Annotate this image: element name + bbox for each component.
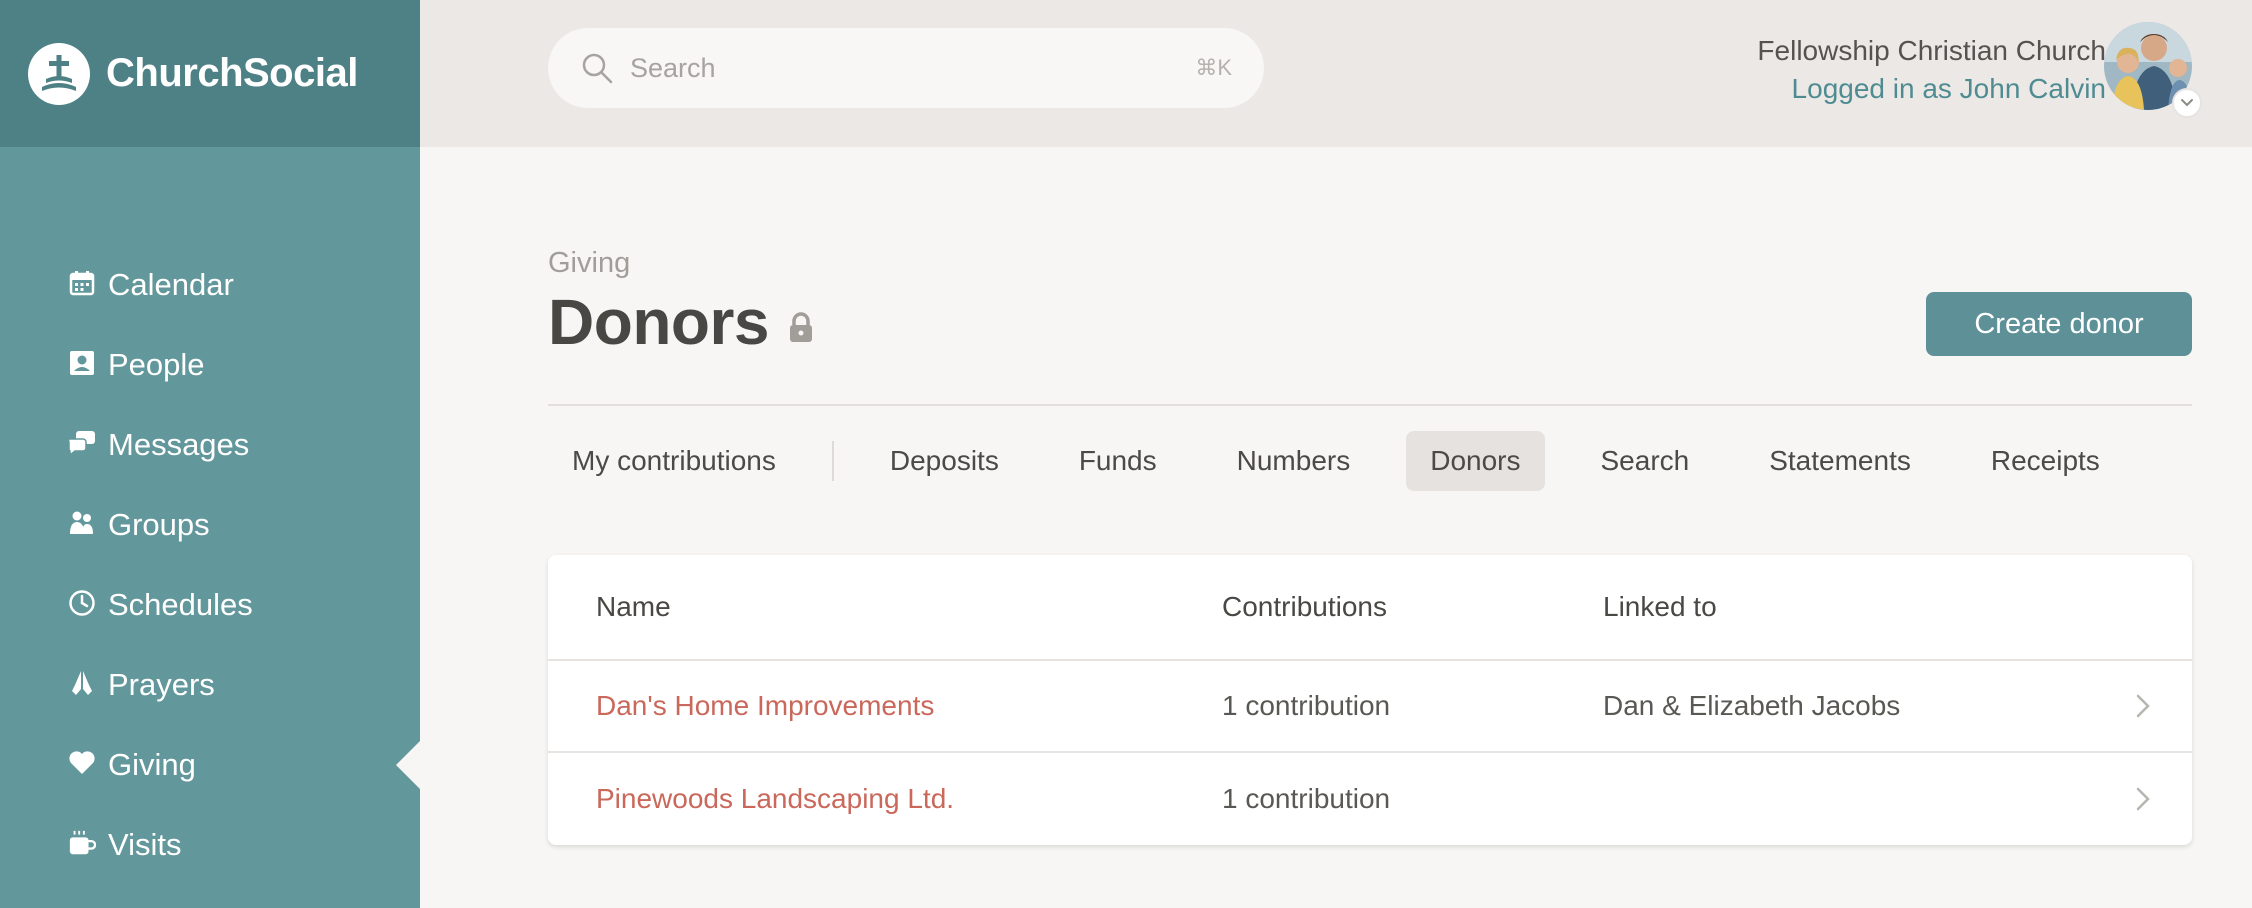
chevron-right-icon[interactable]	[2134, 785, 2152, 813]
sidebar: ChurchSocial Calendar People Messages Gr…	[0, 0, 420, 908]
donor-name-link[interactable]: Dan's Home Improvements	[596, 690, 934, 722]
contributions-count: 1 contribution	[1222, 690, 1391, 721]
sidebar-item-label: Groups	[108, 507, 210, 542]
breadcrumb[interactable]: Giving	[548, 247, 630, 280]
sidebar-item-calendar[interactable]: Calendar	[0, 245, 420, 325]
sidebar-item-label: Messages	[108, 427, 250, 462]
sidebar-item-giving[interactable]: Giving	[0, 725, 420, 805]
groups-icon	[68, 509, 96, 537]
people-icon	[68, 349, 96, 377]
search-placeholder: Search	[630, 52, 716, 83]
sidebar-item-visits[interactable]: Visits	[0, 805, 420, 885]
sidebar-item-prayers[interactable]: Prayers	[0, 645, 420, 725]
column-header-linked-to[interactable]: Linked to	[1603, 591, 1717, 623]
clock-icon	[68, 589, 96, 617]
title-row: Donors	[548, 285, 815, 359]
sidebar-item-label: Schedules	[108, 587, 253, 622]
tab-statements[interactable]: Statements	[1745, 431, 1935, 491]
search-shortcut: ⌘K	[1195, 55, 1232, 80]
church-name: Fellowship Christian Church	[1757, 35, 2106, 66]
sidebar-nav: Calendar People Messages Groups Schedule…	[0, 245, 420, 885]
tab-separator	[831, 441, 834, 481]
tab-my-contributions[interactable]: My contributions	[548, 431, 800, 491]
column-header-contributions[interactable]: Contributions	[1222, 591, 1387, 623]
table-row[interactable]: Dan's Home Improvements 1 contribution D…	[548, 661, 2192, 753]
tab-receipts[interactable]: Receipts	[1967, 431, 2124, 491]
divider	[548, 404, 2192, 406]
tab-numbers[interactable]: Numbers	[1213, 431, 1375, 491]
donor-name-link[interactable]: Pinewoods Landscaping Ltd.	[596, 783, 954, 815]
tab-donors[interactable]: Donors	[1406, 431, 1545, 491]
lock-icon	[787, 311, 815, 343]
sidebar-item-label: Visits	[108, 827, 182, 862]
sidebar-item-groups[interactable]: Groups	[0, 485, 420, 565]
tab-bar: My contributions Deposits Funds Numbers …	[548, 430, 2192, 492]
tab-search[interactable]: Search	[1577, 431, 1714, 491]
heart-icon	[68, 749, 96, 777]
search-icon	[580, 51, 614, 85]
table-row[interactable]: Pinewoods Landscaping Ltd. 1 contributio…	[548, 753, 2192, 845]
sidebar-item-label: Calendar	[108, 267, 234, 302]
sidebar-item-label: Prayers	[108, 667, 215, 702]
chevron-right-icon[interactable]	[2134, 692, 2152, 720]
tab-funds[interactable]: Funds	[1055, 431, 1181, 491]
praying-hands-icon	[68, 669, 96, 697]
sidebar-item-schedules[interactable]: Schedules	[0, 565, 420, 645]
sidebar-item-messages[interactable]: Messages	[0, 405, 420, 485]
top-header: Search ⌘K Fellowship Christian Church Lo…	[420, 0, 2252, 147]
column-header-name[interactable]: Name	[596, 591, 671, 623]
church-cross-icon	[28, 42, 90, 105]
donors-table: Name Contributions Linked to Dan's Home …	[548, 555, 2192, 845]
brand-header[interactable]: ChurchSocial	[0, 0, 420, 147]
messages-icon	[68, 429, 96, 457]
calendar-icon	[68, 269, 96, 297]
sidebar-item-label: Giving	[108, 747, 196, 782]
page-title: Donors	[548, 286, 770, 358]
brand-name: ChurchSocial	[106, 51, 358, 95]
logged-in-user[interactable]: Logged in as John Calvin	[1757, 70, 2106, 108]
table-header-row: Name Contributions Linked to	[548, 555, 2192, 661]
sidebar-item-people[interactable]: People	[0, 325, 420, 405]
account-info: Fellowship Christian Church Logged in as…	[1757, 32, 2106, 108]
search-input[interactable]: Search ⌘K	[548, 28, 1264, 108]
tab-deposits[interactable]: Deposits	[866, 431, 1023, 491]
contributions-count: 1 contribution	[1222, 783, 1391, 814]
linked-to: Dan & Elizabeth Jacobs	[1603, 690, 1901, 721]
create-donor-button[interactable]: Create donor	[1926, 292, 2192, 356]
sidebar-item-label: People	[108, 347, 205, 382]
coffee-cup-icon	[68, 829, 96, 857]
chevron-down-icon[interactable]	[2172, 88, 2202, 118]
